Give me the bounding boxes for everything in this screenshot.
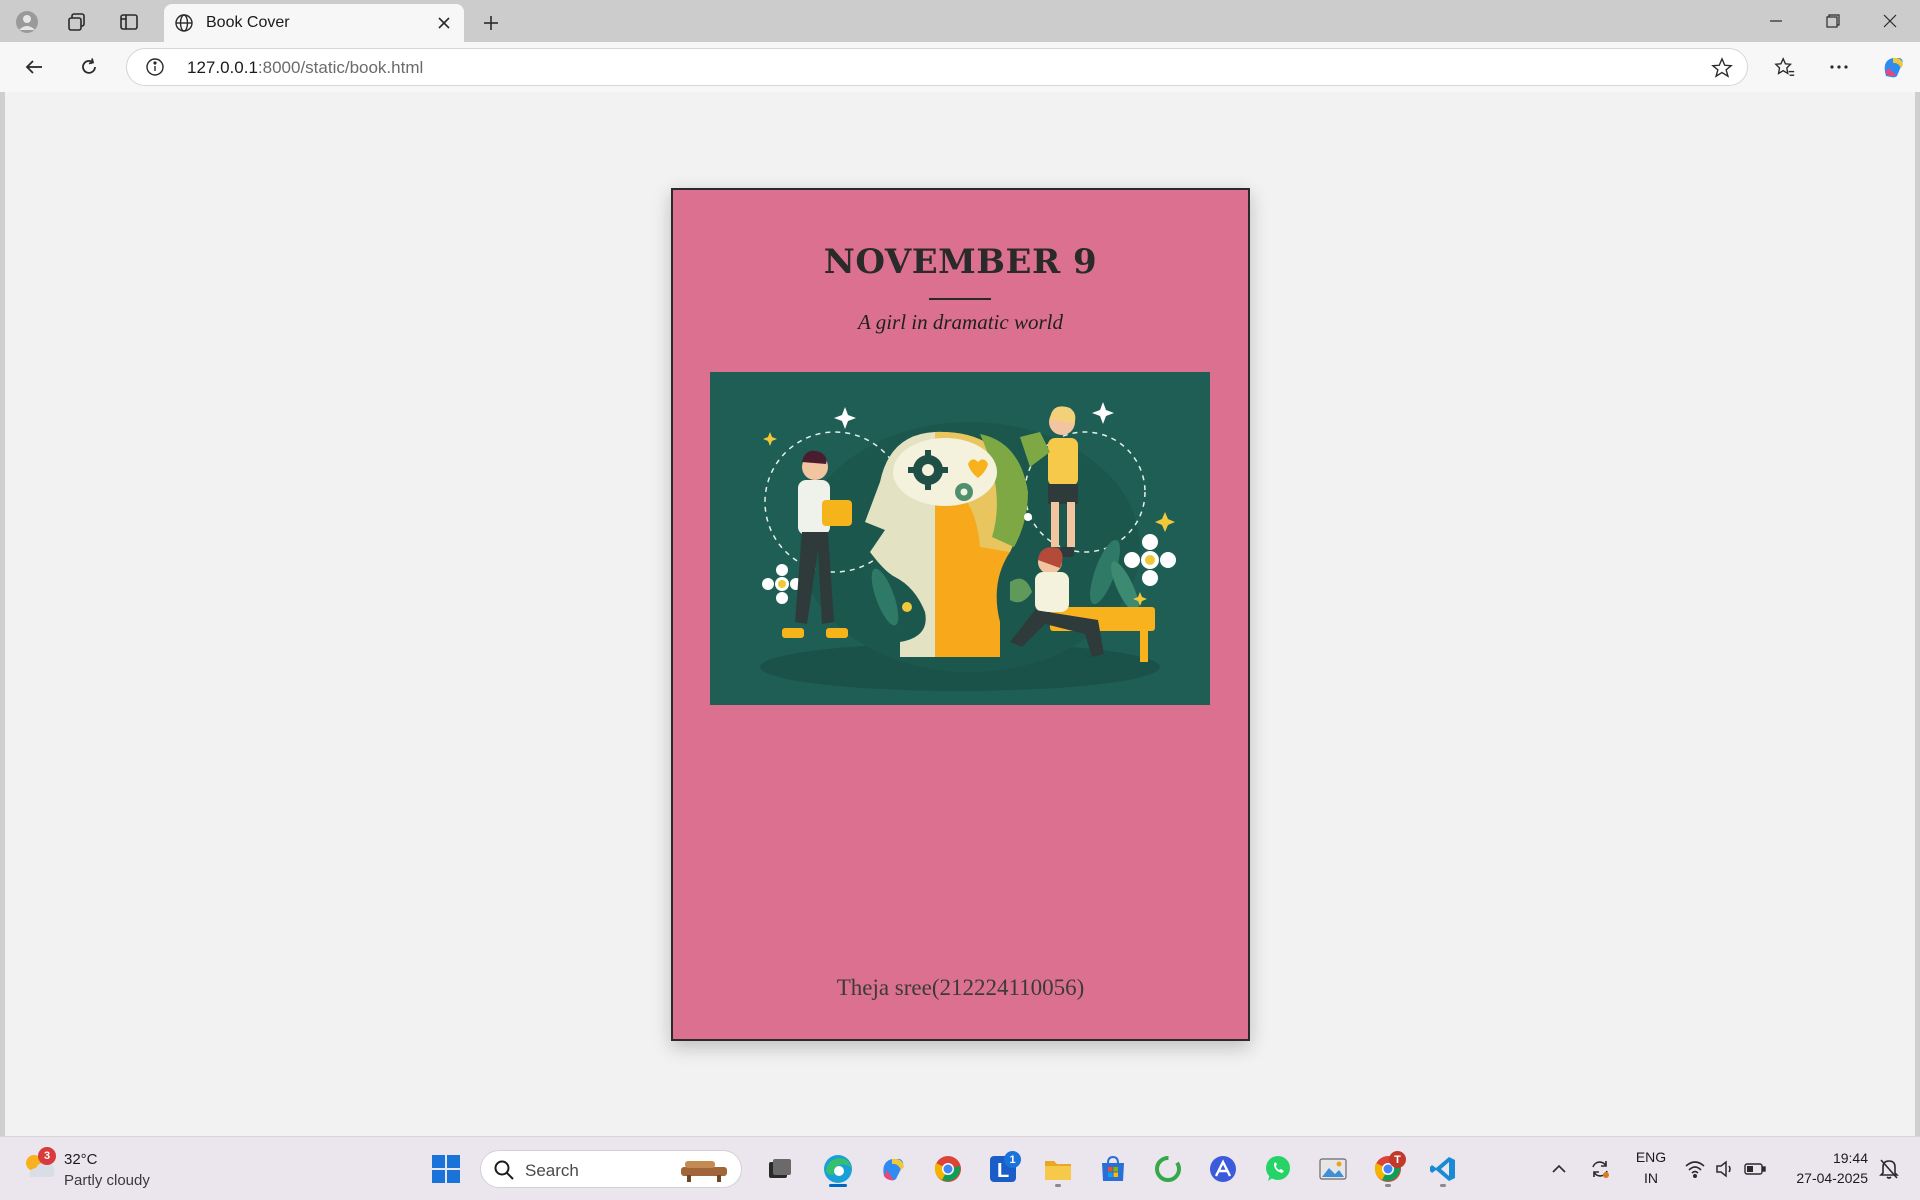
favorite-star-icon[interactable] [1711, 57, 1733, 84]
sync-icon[interactable] [1583, 1149, 1617, 1189]
more-options-icon[interactable] [1823, 51, 1855, 83]
file-explorer-icon[interactable] [1038, 1149, 1078, 1189]
region-code: IN [1644, 1170, 1658, 1186]
weather-description: Partly cloudy [64, 1172, 150, 1189]
book-cover: NOVEMBER 9 A girl in dramatic world Thej… [671, 188, 1250, 1041]
notifications-bell-icon[interactable] [1872, 1149, 1906, 1189]
tab-title: Book Cover [206, 14, 290, 31]
photos-app-icon[interactable] [1313, 1149, 1353, 1189]
browser-titlebar: Book Cover [0, 0, 1920, 42]
page-viewport: NOVEMBER 9 A girl in dramatic world Thej… [5, 92, 1915, 1136]
triangle-app-icon[interactable] [1203, 1149, 1243, 1189]
windows-taskbar: 3 32°C Partly cloudy Search L 1 T ENG IN… [0, 1136, 1920, 1200]
wifi-icon[interactable] [1680, 1149, 1710, 1189]
clock-time: 19:44 [1832, 1150, 1868, 1166]
vertical-tabs-icon[interactable] [116, 9, 142, 35]
clock[interactable]: 19:44 27-04-2025 [1796, 1148, 1868, 1188]
microsoft-store-icon[interactable] [1093, 1149, 1133, 1189]
ring-app-icon[interactable] [1148, 1149, 1188, 1189]
browser-toolbar: 127.0.0.1:8000/static/book.html [0, 42, 1920, 92]
new-tab-button[interactable] [476, 8, 506, 38]
chrome-profile-badge: T [1389, 1151, 1406, 1168]
book-subtitle: A girl in dramatic world [858, 310, 1063, 334]
search-placeholder: Search [525, 1161, 579, 1180]
close-tab-icon[interactable] [434, 13, 454, 33]
book-author: Theja sree(212224110056) [836, 975, 1085, 1000]
search-highlight-icon [677, 1157, 731, 1188]
l-app-icon[interactable]: L 1 [983, 1149, 1023, 1189]
minimize-button[interactable] [1756, 6, 1796, 36]
profile-icon[interactable] [14, 9, 40, 35]
address-bar[interactable]: 127.0.0.1:8000/static/book.html [126, 48, 1748, 86]
taskbar-search-input[interactable]: Search [480, 1150, 742, 1188]
refresh-button[interactable] [73, 51, 105, 83]
cover-illustration [710, 372, 1210, 705]
copilot-icon[interactable] [1877, 51, 1909, 83]
clock-date: 27-04-2025 [1796, 1170, 1868, 1186]
search-icon [493, 1159, 515, 1186]
edge-browser-icon[interactable] [818, 1149, 858, 1189]
restore-button[interactable] [1813, 6, 1853, 36]
vscode-icon[interactable] [1423, 1149, 1463, 1189]
start-button[interactable] [426, 1149, 466, 1189]
favorites-icon[interactable] [1769, 51, 1801, 83]
language-code: ENG [1635, 1149, 1667, 1165]
weather-temperature: 32°C [64, 1151, 98, 1168]
running-indicator [1055, 1184, 1061, 1187]
close-window-button[interactable] [1870, 6, 1910, 36]
task-view-icon[interactable] [760, 1149, 800, 1189]
copilot-app-icon[interactable] [873, 1149, 913, 1189]
show-hidden-icons-chevron-icon[interactable] [1542, 1149, 1576, 1189]
globe-icon [174, 13, 194, 38]
title-divider [929, 298, 991, 300]
chrome-icon[interactable] [928, 1149, 968, 1189]
chrome-profile-icon[interactable]: T [1368, 1149, 1408, 1189]
whatsapp-icon[interactable] [1258, 1149, 1298, 1189]
site-info-icon[interactable] [145, 57, 165, 82]
volume-icon[interactable] [1710, 1149, 1740, 1189]
book-title: NOVEMBER 9 [823, 242, 1098, 282]
battery-icon[interactable] [1740, 1149, 1770, 1189]
weather-alert-badge: 3 [38, 1147, 56, 1165]
running-indicator [1440, 1184, 1446, 1187]
workspaces-icon[interactable] [64, 9, 90, 35]
active-indicator [829, 1184, 847, 1187]
tab-book-cover[interactable]: Book Cover [164, 4, 464, 42]
back-button[interactable] [18, 51, 50, 83]
l-app-badge: 1 [1004, 1151, 1021, 1168]
running-indicator [1385, 1184, 1391, 1187]
url-text[interactable]: 127.0.0.1:8000/static/book.html [187, 58, 423, 78]
